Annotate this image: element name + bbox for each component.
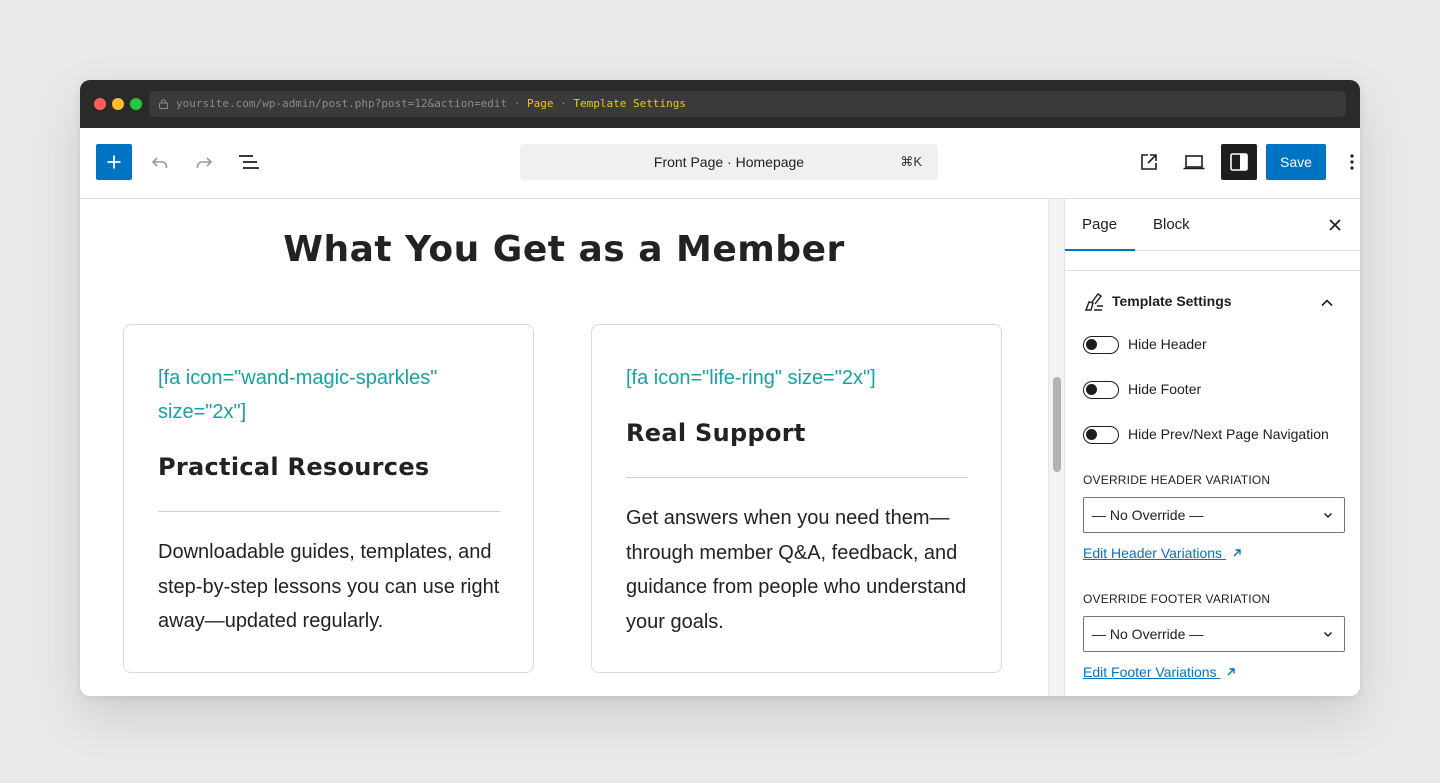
card-divider (626, 477, 968, 478)
header-variation-label: OVERRIDE HEADER VARIATION (1083, 473, 1271, 487)
redo-icon (196, 157, 213, 168)
card-title[interactable]: Real Support (626, 419, 806, 447)
select-value: — No Override — (1092, 626, 1204, 642)
undo-icon (151, 157, 168, 168)
document-title-bar[interactable]: Front Page · Homepage ⌘K (520, 144, 938, 180)
hide-footer-toggle[interactable] (1083, 381, 1119, 399)
canvas-scrollbar[interactable] (1048, 199, 1064, 696)
feature-card[interactable]: [fa icon="life-ring" size="2x"] Real Sup… (591, 324, 1002, 673)
hide-page-navigation-row: Hide Prev/Next Page Navigation (1083, 425, 1353, 445)
tab-block[interactable]: Block (1136, 199, 1207, 251)
hide-header-row: Hide Header (1083, 335, 1353, 355)
toggle-knob (1086, 384, 1097, 395)
plus-icon (107, 155, 121, 169)
url-crumb-section: Template Settings (573, 97, 686, 110)
scrollbar-thumb[interactable] (1053, 377, 1061, 472)
header-variation-select[interactable]: — No Override — (1083, 497, 1345, 533)
editor-toolbar: Front Page · Homepage ⌘K Save (80, 128, 1360, 199)
list-view-icon (239, 155, 259, 169)
settings-sidebar: Page Block Template Settings Hide Header (1064, 199, 1360, 696)
preview-button[interactable] (1182, 150, 1206, 174)
url-separator: · (560, 97, 567, 110)
more-vertical-icon (1350, 154, 1354, 170)
edit-footer-variations-link[interactable]: Edit Footer Variations (1083, 664, 1236, 680)
icon-shortcode[interactable]: [fa icon="life-ring" size="2x"] (626, 361, 956, 395)
footer-variation-select[interactable]: — No Override — (1083, 616, 1345, 652)
redo-button[interactable] (192, 150, 216, 174)
chevron-up-icon[interactable] (1319, 295, 1335, 311)
chevron-down-icon (1323, 631, 1333, 638)
hide-footer-row: Hide Footer (1083, 380, 1353, 400)
external-link-icon (1141, 154, 1157, 170)
card-description[interactable]: Downloadable guides, templates, and step… (158, 535, 503, 639)
browser-chrome: yoursite.com/wp-admin/post.php?post=12&a… (80, 80, 1360, 128)
editor-canvas: What You Get as a Member [fa icon="wand-… (80, 199, 1048, 696)
feature-card[interactable]: [fa icon="wand-magic-sparkles" size="2x"… (123, 324, 534, 673)
toggle-knob (1086, 339, 1097, 350)
save-button[interactable]: Save (1266, 144, 1326, 180)
panel-title: Template Settings (1112, 293, 1232, 309)
template-settings-panel-header[interactable]: Template Settings (1083, 291, 1343, 315)
maximize-window-button[interactable] (130, 98, 142, 110)
sidebar-tabs: Page Block (1065, 199, 1360, 251)
sidebar-toggle-icon (1230, 153, 1248, 171)
arrow-up-right-icon (1233, 549, 1241, 557)
brush-icon (1084, 293, 1103, 311)
list-view-button[interactable] (237, 150, 261, 174)
lock-icon (159, 99, 168, 109)
url-text: yoursite.com/wp-admin/post.php?post=12&a… (176, 97, 508, 110)
link-text: Edit Header Variations (1083, 545, 1223, 561)
document-title: Front Page · Homepage (653, 154, 805, 170)
panel-divider (1065, 270, 1360, 271)
card-description[interactable]: Get answers when you need them—through m… (626, 501, 971, 639)
chevron-down-icon (1323, 512, 1333, 519)
undo-button[interactable] (148, 150, 172, 174)
hide-page-navigation-toggle[interactable] (1083, 426, 1119, 444)
toggle-label: Hide Footer (1128, 381, 1202, 397)
hide-header-toggle[interactable] (1083, 336, 1119, 354)
card-divider (158, 511, 500, 512)
close-window-button[interactable] (94, 98, 106, 110)
toggle-label: Hide Prev/Next Page Navigation (1128, 426, 1329, 442)
toggle-label: Hide Header (1128, 336, 1207, 352)
command-shortcut: ⌘K (900, 154, 922, 169)
minimize-window-button[interactable] (112, 98, 124, 110)
options-menu-button[interactable] (1344, 150, 1360, 174)
edit-header-variations-link[interactable]: Edit Header Variations (1083, 545, 1242, 561)
desktop-preview-icon (1183, 155, 1205, 170)
view-page-button[interactable] (1137, 150, 1161, 174)
card-title[interactable]: Practical Resources (158, 453, 430, 481)
close-sidebar-button[interactable] (1325, 215, 1345, 235)
close-icon (1329, 219, 1341, 231)
select-value: — No Override — (1092, 507, 1204, 523)
toggle-knob (1086, 429, 1097, 440)
icon-shortcode[interactable]: [fa icon="wand-magic-sparkles" size="2x"… (158, 361, 488, 429)
arrow-up-right-icon (1227, 668, 1236, 676)
url-crumb-page: Page (527, 97, 554, 110)
tab-page[interactable]: Page (1065, 199, 1135, 251)
browser-window: yoursite.com/wp-admin/post.php?post=12&a… (80, 80, 1360, 696)
address-bar[interactable]: yoursite.com/wp-admin/post.php?post=12&a… (149, 91, 1346, 117)
section-heading[interactable]: What You Get as a Member (80, 229, 1048, 270)
add-block-button[interactable] (96, 144, 132, 180)
settings-sidebar-toggle[interactable] (1221, 144, 1257, 180)
link-text: Edit Footer Variations (1083, 664, 1217, 680)
footer-variation-label: OVERRIDE FOOTER VARIATION (1083, 592, 1271, 606)
url-separator: · (513, 97, 521, 110)
